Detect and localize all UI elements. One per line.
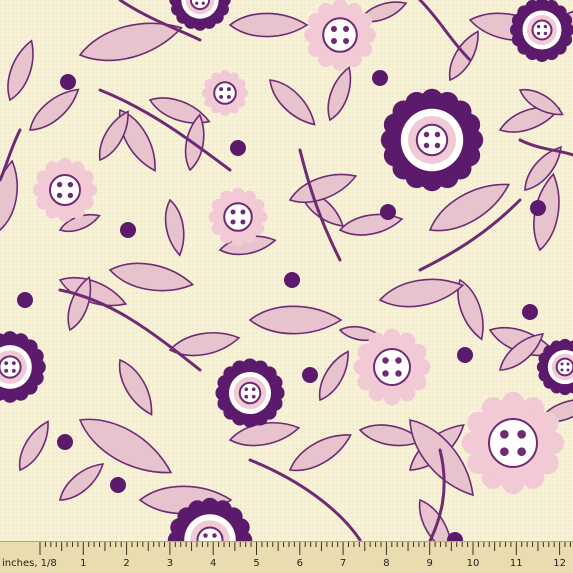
ruler-number: 2 — [123, 558, 129, 569]
ruler-number: 10 — [467, 558, 480, 569]
dark-scalloped-flower — [510, 0, 573, 62]
ruler-unit-label: inches, 1/8 — [2, 558, 57, 569]
polka-dot — [230, 140, 246, 156]
ruler-number: 11 — [510, 558, 523, 569]
polka-dot — [302, 367, 318, 383]
ruler-number: 4 — [210, 558, 216, 569]
polka-dot — [57, 434, 73, 450]
ruler-number: 8 — [383, 558, 389, 569]
ruler-number: 7 — [340, 558, 346, 569]
polka-dot — [522, 304, 538, 320]
dark-scalloped-flower — [215, 358, 285, 428]
polka-dot — [457, 347, 473, 363]
polka-dot — [17, 292, 33, 308]
polka-dot — [380, 204, 396, 220]
ruler-number: 3 — [167, 558, 173, 569]
floral-pattern: inches, 1/8 1 2 3 4 5 6 7 8 9 10 11 12 — [0, 0, 573, 573]
polka-dot — [120, 222, 136, 238]
polka-dot — [284, 272, 300, 288]
ruler-edge — [0, 541, 573, 542]
ruler-number: 6 — [297, 558, 303, 569]
fabric-swatch: inches, 1/8 1 2 3 4 5 6 7 8 9 10 11 12 — [0, 0, 573, 573]
polka-dot — [530, 200, 546, 216]
measuring-ruler: inches, 1/8 1 2 3 4 5 6 7 8 9 10 11 12 — [0, 541, 573, 573]
ruler-number: 9 — [427, 558, 433, 569]
ruler-number: 12 — [553, 558, 566, 569]
ruler-number: 1 — [80, 558, 86, 569]
polka-dot — [110, 477, 126, 493]
polka-dot — [60, 74, 76, 90]
dark-scalloped-flower — [380, 88, 484, 192]
ruler-number: 5 — [253, 558, 259, 569]
polka-dot — [372, 70, 388, 86]
